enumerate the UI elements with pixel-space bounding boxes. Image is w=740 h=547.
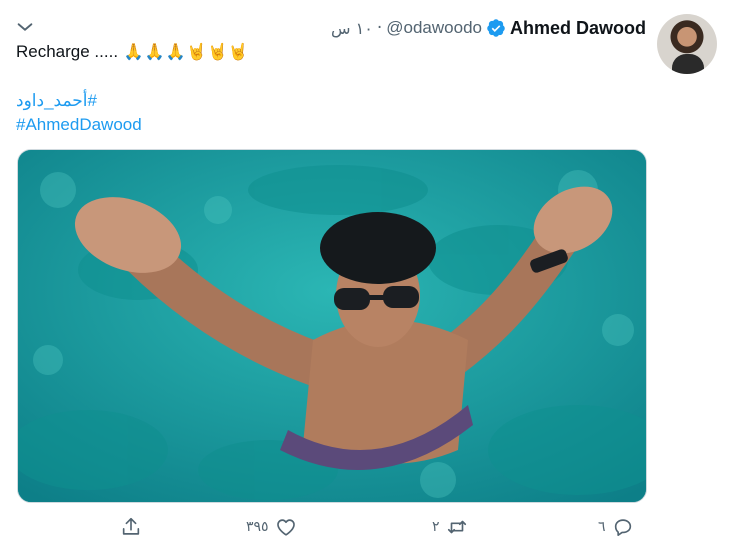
hashtag-arabic[interactable]: #أحمد_داود [16,91,97,111]
reply-icon [614,519,631,536]
retweet-icon [447,520,466,534]
reply-count: ٦ [598,519,606,535]
folded-hands-icon: 🙏 [144,44,165,61]
handle[interactable]: @odawoodo [386,18,482,38]
heart-icon [276,519,295,536]
sign-of-the-horns-icon: 🤘 [228,44,249,61]
sign-of-the-horns-icon: 🤘 [186,44,207,61]
reply-button[interactable]: ٦ [598,512,634,542]
verified-badge-icon [487,19,505,37]
avatar[interactable] [657,14,717,74]
avatar-shirt [672,54,704,74]
folded-hands-icon: 🙏 [123,44,144,61]
chevron-down-icon[interactable] [14,16,36,38]
tweet-photo[interactable] [17,149,647,503]
tweet[interactable]: Ahmed Dawood @odawoodo · ١٠ س Recharge .… [0,0,740,547]
tweet-text-body: Recharge ..... [16,42,119,61]
underwater-swimmer-illustration [18,150,646,502]
hashtag-english[interactable]: #AhmedDawood [16,115,142,135]
share-icon [122,517,140,535]
display-name[interactable]: Ahmed Dawood [510,18,646,39]
tweet-header: Ahmed Dawood @odawoodo · ١٠ س [331,15,646,41]
separator-dot: · [376,18,383,38]
tweet-actions: ٦ ٢ ٣٩٥ [0,512,740,542]
folded-hands-icon: 🙏 [165,44,186,61]
retweet-count: ٢ [432,519,440,535]
like-count: ٣٩٥ [246,519,269,535]
timestamp[interactable]: ١٠ س [331,19,373,38]
share-button[interactable] [120,512,142,542]
retweet-button[interactable]: ٢ [432,512,468,542]
tweet-text: Recharge ..... 🙏🙏🙏🤘🤘🤘 [16,42,248,62]
emoji-row: 🙏🙏🙏🤘🤘🤘 [123,42,249,61]
sign-of-the-horns-icon: 🤘 [207,44,228,61]
like-button[interactable]: ٣٩٥ [246,512,297,542]
